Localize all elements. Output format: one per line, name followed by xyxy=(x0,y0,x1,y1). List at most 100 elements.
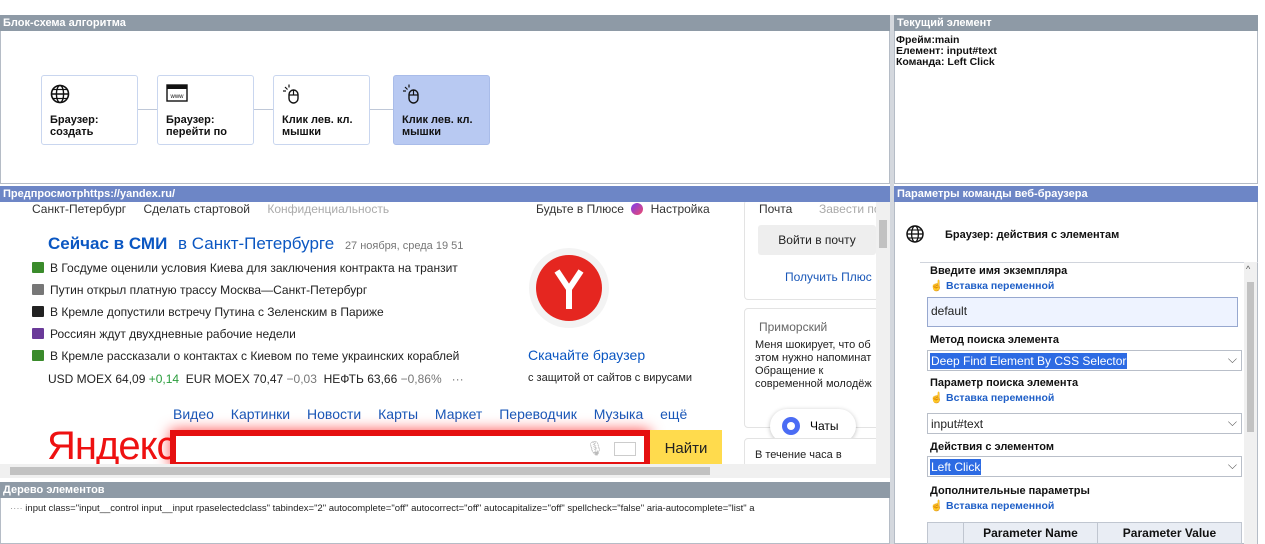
service-more[interactable]: ещё xyxy=(660,406,687,422)
plus-link[interactable]: Будьте в Плюсе Настройка xyxy=(536,202,710,216)
pointer-icon: ☝ xyxy=(930,500,944,512)
news-item[interactable]: В Госдуме оценили условия Киева для закл… xyxy=(32,261,458,275)
flow-node-browser-navigate[interactable]: www Браузер: перейти по xyxy=(157,75,254,145)
find-button[interactable]: Найти xyxy=(650,430,722,468)
pointer-icon: ☝ xyxy=(930,392,944,404)
privacy-link[interactable]: Конфиденциальность xyxy=(267,202,389,216)
download-browser-sub: с защитой от сайтов с вирусами xyxy=(528,372,693,384)
news-smi-tab[interactable]: Сейчас в СМИ xyxy=(48,234,167,253)
method-select[interactable]: Deep Find Element By CSS Selector ⌵ xyxy=(927,350,1242,371)
grid-col-name[interactable]: Parameter Name xyxy=(963,522,1098,544)
flow-node-label: Клик лев. кл. мышки xyxy=(402,114,473,138)
region-text-line: Обращение к xyxy=(755,365,824,377)
region-text-line: современной молодёж xyxy=(755,378,872,390)
get-plus-link[interactable]: Получить Плюс xyxy=(785,270,872,284)
current-element-header: Текущий элемент xyxy=(894,15,1258,31)
command-title: Браузер: действия с элементам xyxy=(945,229,1120,241)
tree-node-text: input class="input__control input__input… xyxy=(25,503,755,514)
news-text: Россиян ждут двухдневные рабочие недели xyxy=(50,327,296,341)
keyboard-icon[interactable] xyxy=(614,442,636,456)
insert-variable-link[interactable]: ☝ Вставка переменной xyxy=(930,391,1054,404)
browser-preview[interactable]: Санкт-Петербург Сделать стартовой Конфид… xyxy=(0,202,890,478)
flow-connector xyxy=(370,109,393,110)
plus-link-label: Будьте в Плюсе xyxy=(536,202,624,216)
params-panel-header: Параметры команды веб-браузера xyxy=(894,186,1258,202)
top-links: Санкт-Петербург Сделать стартовой Конфид… xyxy=(32,202,403,216)
insert-variable-link[interactable]: ☝ Вставка переменной xyxy=(930,279,1054,292)
service-news[interactable]: Новости xyxy=(307,406,361,422)
source-icon xyxy=(32,306,44,317)
news-header: Сейчас в СМИ в Санкт-Петербурге 27 ноябр… xyxy=(48,234,463,254)
region-text-line: этом нужно напоминат xyxy=(755,352,872,364)
register-link[interactable]: Завести по xyxy=(819,202,881,216)
search-param-select[interactable]: input#text ⌵ xyxy=(927,413,1242,434)
service-video[interactable]: Видео xyxy=(173,406,214,422)
news-item[interactable]: Путин открыл платную трассу Москва—Санкт… xyxy=(32,283,367,297)
tree-guide: ···· xyxy=(10,503,23,514)
tree-node[interactable]: ···· input class="input__control input__… xyxy=(10,503,888,514)
plus-icon xyxy=(631,203,644,215)
news-text: В Госдуме оценили условия Киева для закл… xyxy=(50,261,458,275)
download-browser-link[interactable]: Скачайте браузер xyxy=(528,347,645,363)
eur-diff: −0,03 xyxy=(286,372,317,386)
extra-params-label: Дополнительные параметры xyxy=(930,485,1090,497)
more-rates[interactable]: ··· xyxy=(452,372,464,386)
search-param-value: input#text xyxy=(931,417,984,431)
chevron-down-icon[interactable]: ⌵ xyxy=(1228,458,1237,473)
flow-node-browser-create[interactable]: Браузер: создать xyxy=(41,75,138,145)
search-input[interactable]: 🎙 xyxy=(170,430,650,468)
method-label: Метод поиска элемента xyxy=(930,334,1059,346)
service-images[interactable]: Картинки xyxy=(231,406,290,422)
instance-name-input[interactable]: default xyxy=(927,297,1238,327)
make-start-link[interactable]: Сделать стартовой xyxy=(143,202,250,216)
preview-hscroll-thumb[interactable] xyxy=(10,467,710,475)
insert-variable-link[interactable]: ☝ Вставка переменной xyxy=(930,499,1054,512)
flow-node-left-click-1[interactable]: Клик лев. кл. мышки xyxy=(273,75,370,145)
currency-rates[interactable]: USD MOEX 64,09 +0,14 EUR MOEX 70,47 −0,0… xyxy=(48,372,464,386)
news-item[interactable]: В Кремле допустили встречу Путина с Зеле… xyxy=(32,305,384,319)
news-region-tab[interactable]: в Санкт-Петербурге xyxy=(178,234,334,253)
globe-icon xyxy=(905,224,925,249)
service-music[interactable]: Музыка xyxy=(594,406,644,422)
settings-link[interactable]: Настройка xyxy=(651,202,710,216)
preview-vscroll-thumb[interactable] xyxy=(879,220,887,248)
city-link[interactable]: Санкт-Петербург xyxy=(32,202,126,216)
region-text: Меня шокирует, что об этом нужно напомин… xyxy=(755,339,872,391)
mic-icon[interactable]: 🎙 xyxy=(586,440,604,457)
region-title: Приморский xyxy=(759,320,828,334)
oil-diff: −0,86% xyxy=(400,372,442,386)
news-item[interactable]: Россиян ждут двухдневные рабочие недели xyxy=(32,327,296,341)
instance-label: Введите имя экземпляра xyxy=(930,265,1068,277)
eur-label: EUR MOEX xyxy=(185,372,250,386)
separator xyxy=(920,262,1258,263)
source-icon xyxy=(32,284,44,295)
yandex-logo[interactable]: Яндекс xyxy=(47,424,177,469)
globe-icon xyxy=(50,84,70,108)
news-item[interactable]: В Кремле рассказали о контактах с Киевом… xyxy=(32,349,459,363)
service-translate[interactable]: Переводчик xyxy=(499,406,577,422)
params-vscroll-thumb[interactable] xyxy=(1247,282,1254,432)
chevron-down-icon[interactable]: ⌵ xyxy=(1228,415,1237,430)
action-select[interactable]: Left Click ⌵ xyxy=(927,456,1242,477)
grid-col-value[interactable]: Parameter Value xyxy=(1097,522,1242,544)
service-maps[interactable]: Карты xyxy=(378,406,418,422)
usd-value: 64,09 xyxy=(115,372,146,386)
flow-node-left-click-2[interactable]: Клик лев. кл. мышки xyxy=(393,75,490,145)
insert-variable-label: Вставка переменной xyxy=(946,500,1055,512)
usd-label: USD MOEX xyxy=(48,372,113,386)
preview-panel-header: Предпросмотрhttps://yandex.ru/ xyxy=(0,186,890,202)
method-value: Deep Find Element By CSS Selector xyxy=(930,353,1128,369)
chevron-down-icon[interactable]: ⌵ xyxy=(1228,352,1237,367)
news-date: 27 ноября, среда 19 51 xyxy=(344,240,464,252)
source-icon xyxy=(32,328,44,339)
scroll-up-icon[interactable]: ^ xyxy=(1246,264,1250,274)
insert-variable-label: Вставка переменной xyxy=(946,280,1055,292)
element-tree-header: Дерево элементов xyxy=(0,482,890,498)
svg-text:www: www xyxy=(170,94,185,100)
current-element-info: Фрейм:main Елемент: input#text Команда: Le… xyxy=(896,35,997,68)
pointer-icon: ☝ xyxy=(930,280,944,292)
service-market[interactable]: Маркет xyxy=(435,406,482,422)
flow-node-label: Браузер: создать xyxy=(50,114,99,138)
login-mail-button[interactable]: Войти в почту xyxy=(758,225,876,255)
mouse-click-icon xyxy=(402,84,422,108)
